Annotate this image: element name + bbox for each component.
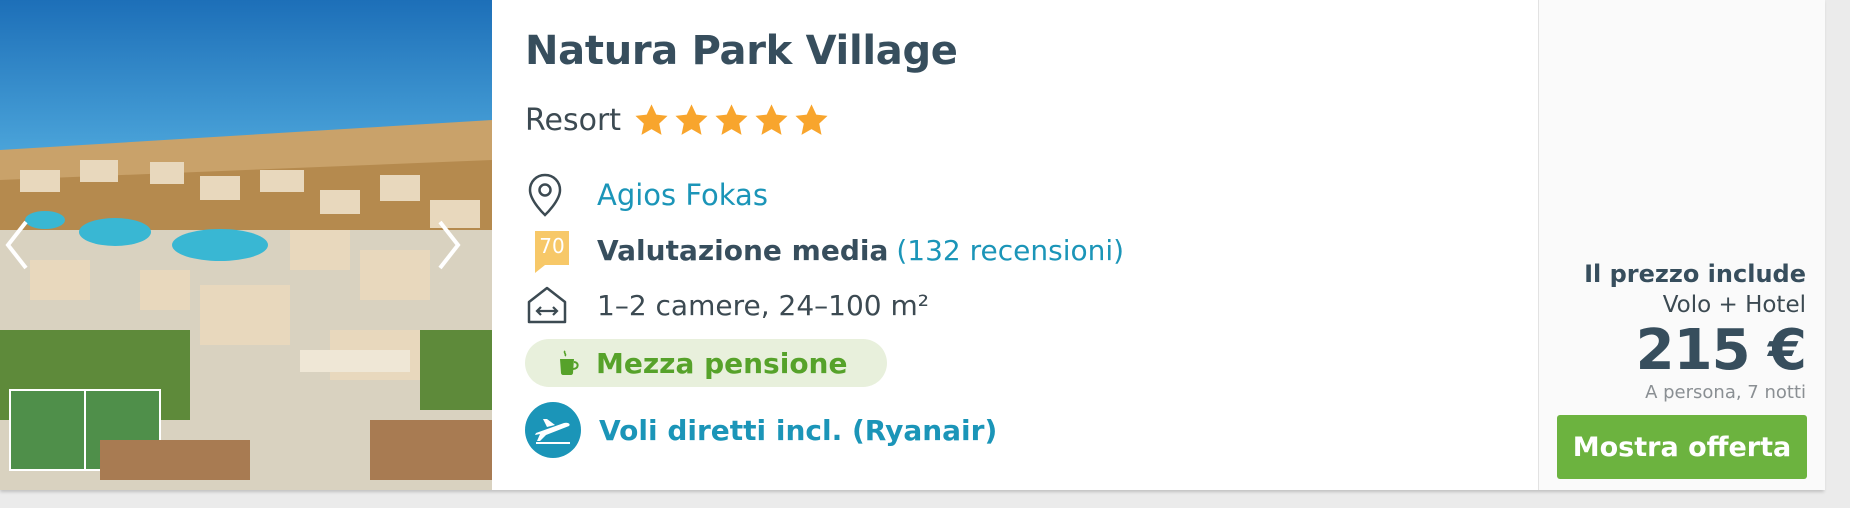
board-badge: Mezza pensione bbox=[525, 339, 888, 387]
gallery-prev-button[interactable] bbox=[0, 212, 40, 278]
location-row: Agios Fokas bbox=[525, 170, 768, 220]
chevron-left-icon bbox=[5, 220, 28, 270]
hotel-card: Natura Park Village Resort Agios Fokas 7… bbox=[0, 0, 1825, 490]
flight-info-link[interactable]: Voli diretti incl. (Ryanair) bbox=[599, 414, 997, 447]
price-note: A persona, 7 notti bbox=[1645, 382, 1806, 403]
hotel-name[interactable]: Natura Park Village bbox=[525, 28, 958, 74]
location-pin-icon bbox=[525, 170, 575, 220]
location-link[interactable]: Agios Fokas bbox=[597, 178, 768, 212]
rooms-row: 1–2 camere, 24–100 m² bbox=[525, 280, 929, 330]
resort-aerial-image bbox=[0, 0, 492, 490]
price-includes-label: Il prezzo include bbox=[1584, 260, 1806, 288]
star-rating bbox=[633, 102, 830, 139]
board-type: Mezza pensione bbox=[596, 346, 848, 380]
chevron-right-icon bbox=[438, 220, 461, 270]
reviews-link[interactable]: (132 recensioni) bbox=[896, 234, 1124, 267]
star-icon bbox=[795, 103, 828, 135]
airplane-icon bbox=[525, 402, 581, 458]
show-offer-button[interactable]: Mostra offerta bbox=[1557, 415, 1807, 479]
rating-label: Valutazione media bbox=[597, 233, 889, 267]
gallery-next-button[interactable] bbox=[426, 212, 466, 278]
price-includes-value: Volo + Hotel bbox=[1662, 292, 1806, 318]
hotel-photo[interactable] bbox=[0, 0, 492, 490]
rooms-info: 1–2 camere, 24–100 m² bbox=[597, 288, 929, 322]
star-icon bbox=[635, 103, 668, 135]
star-icon bbox=[755, 103, 788, 135]
rating-score: 70 bbox=[535, 231, 569, 273]
coffee-cup-icon bbox=[560, 350, 579, 375]
room-size-icon bbox=[525, 280, 575, 330]
price-panel: Il prezzo include Volo + Hotel 215 € A p… bbox=[1538, 0, 1825, 490]
star-icon bbox=[715, 103, 748, 135]
flight-row: Voli diretti incl. (Ryanair) bbox=[525, 402, 997, 458]
hotel-info: Natura Park Village Resort Agios Fokas 7… bbox=[525, 0, 1505, 490]
hotel-type-row: Resort bbox=[525, 98, 830, 142]
hotel-type: Resort bbox=[525, 102, 622, 138]
price-amount: 215 € bbox=[1635, 318, 1807, 383]
rating-flag-icon: 70 bbox=[525, 225, 575, 275]
rating-row: 70 Valutazione media (132 recensioni) bbox=[525, 225, 1124, 275]
star-icon bbox=[675, 103, 708, 135]
